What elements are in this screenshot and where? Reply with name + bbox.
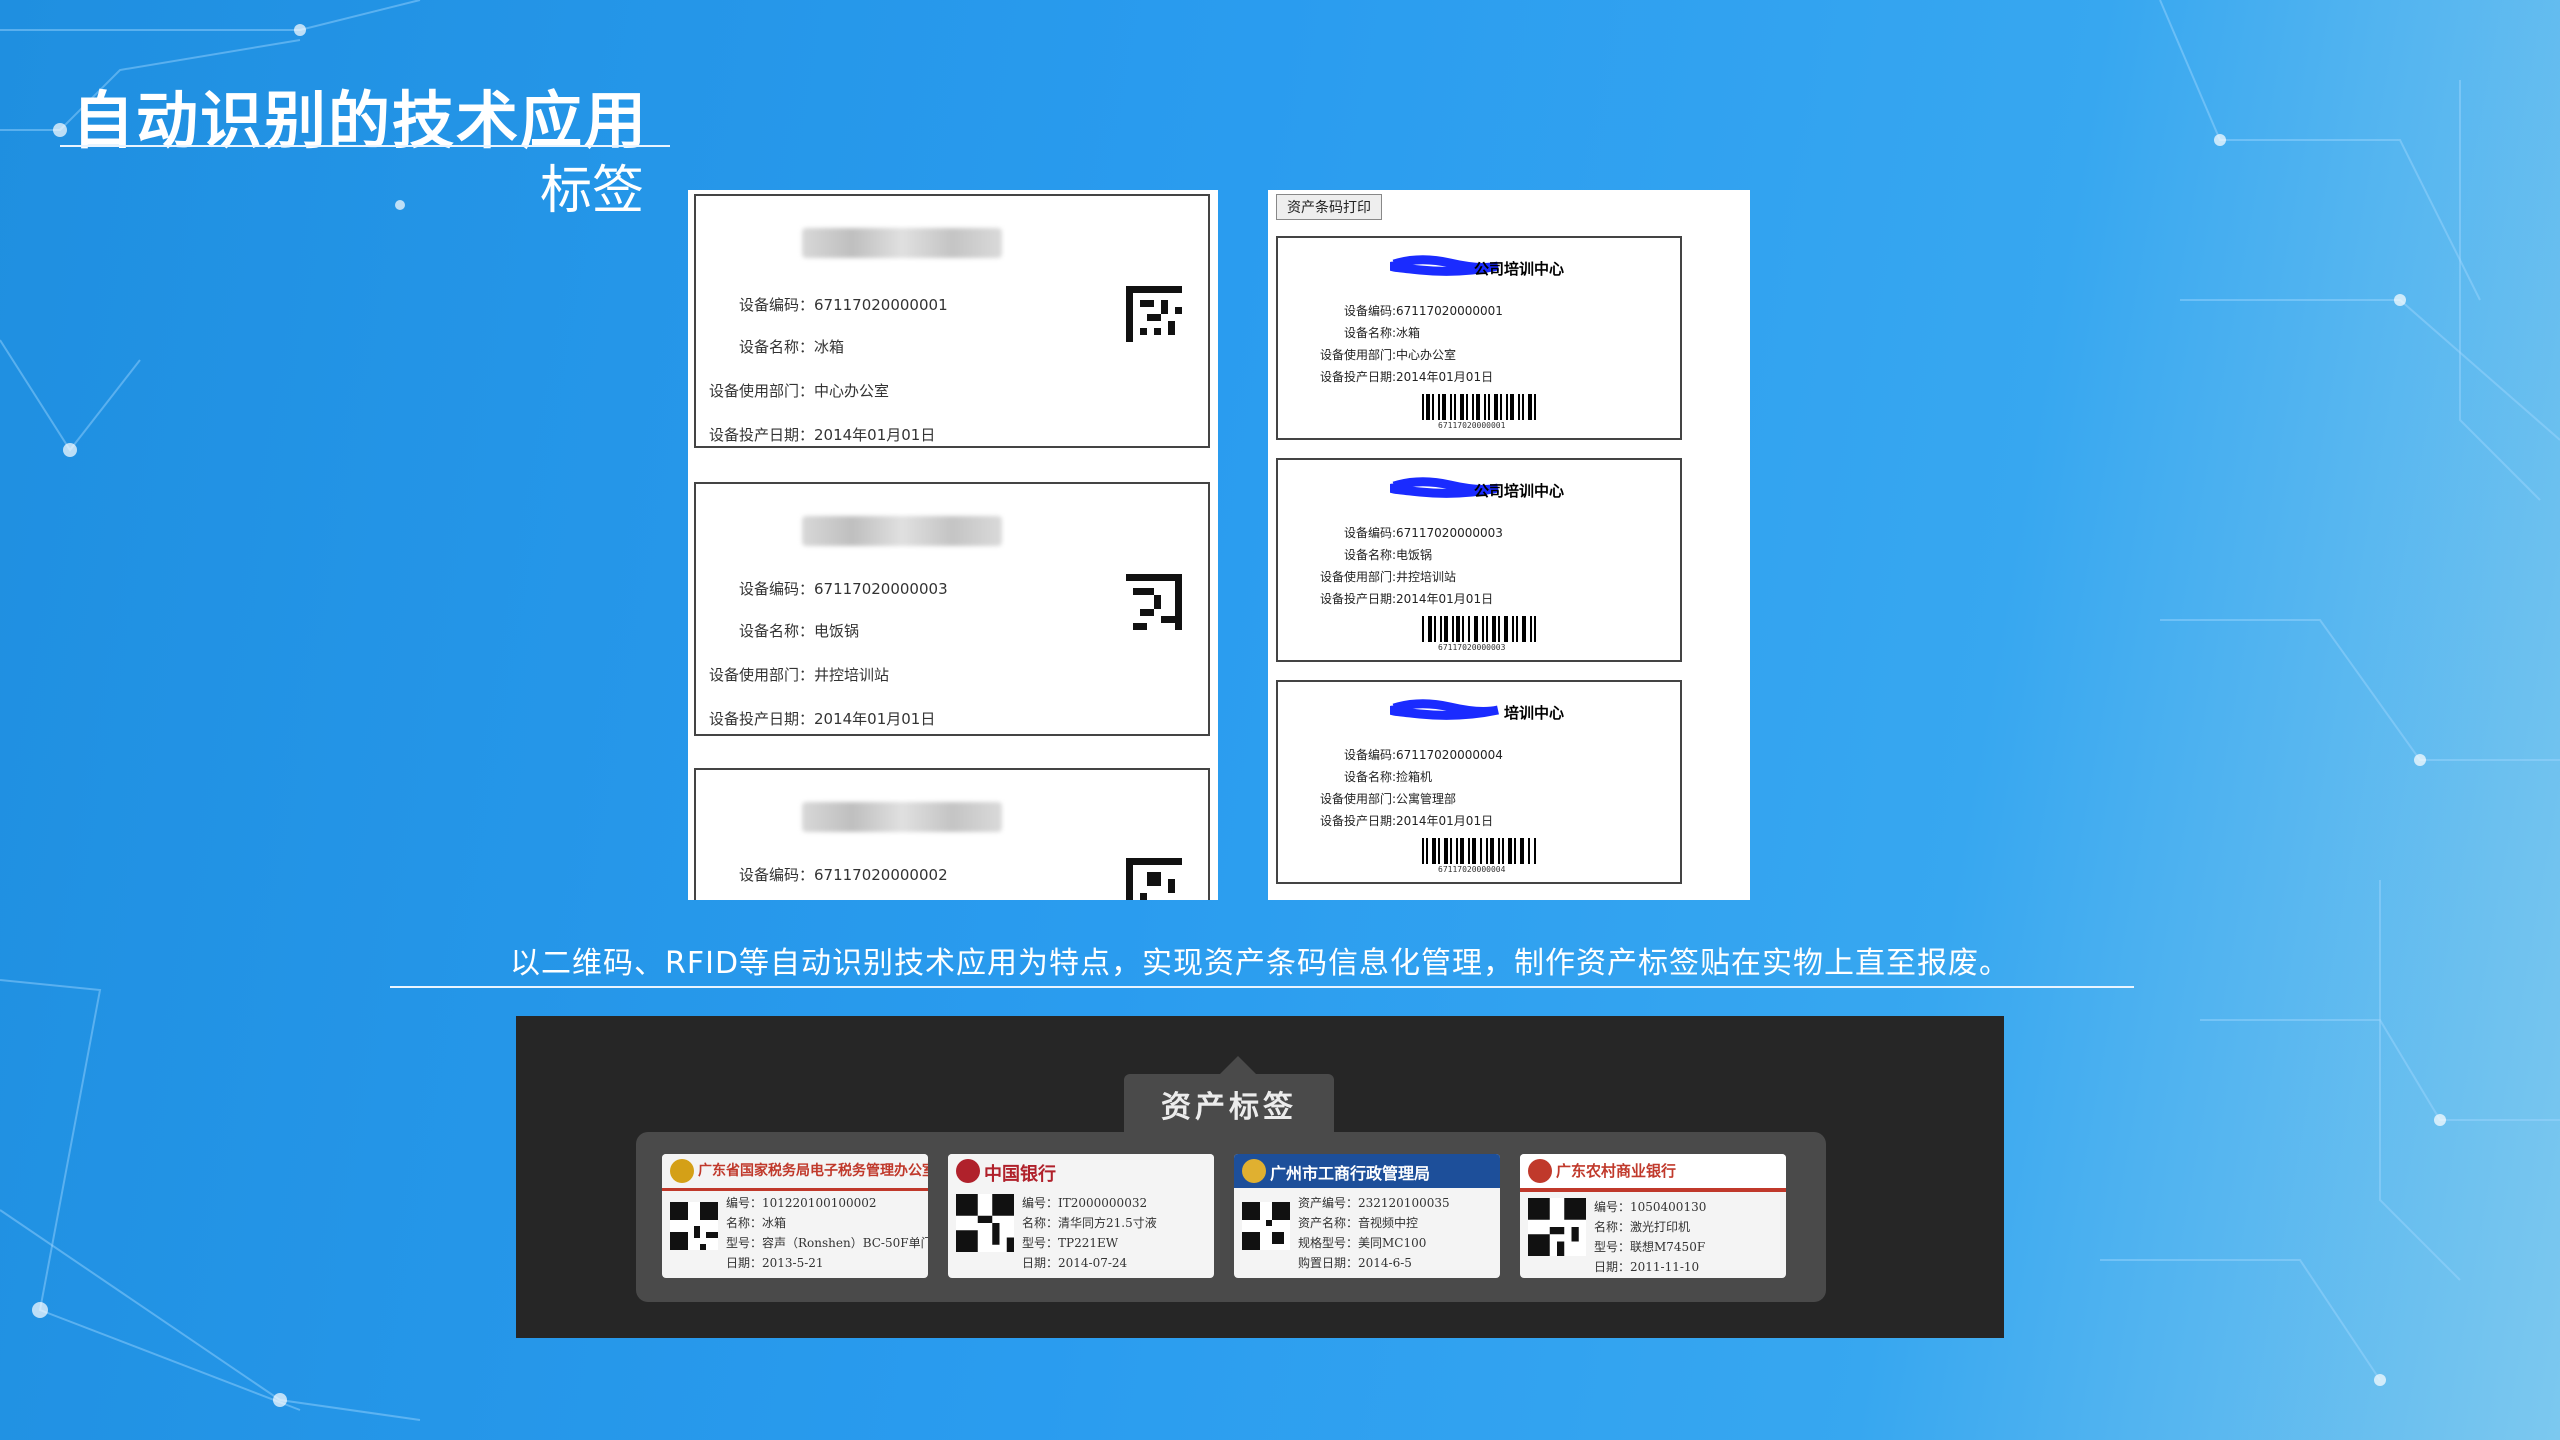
barcode-label-card: 公司培训中心 设备编码:67117020000003 设备名称:电饭锅 设备使用… bbox=[1276, 458, 1682, 662]
asset-tag-card: 广东农村商业银行 编号：1050400130 名称：激光打印机 型号：联想M74… bbox=[1520, 1154, 1786, 1278]
asset-tag-card: 广州市工商行政管理局 资产编号：232120100035 资产名称：音视频中控 … bbox=[1234, 1154, 1500, 1278]
label-heading: 培训中心 bbox=[1504, 704, 1565, 722]
barcode-label-card: 培训中心 设备编码:67117020000004 设备名称:捡箱机 设备使用部门… bbox=[1276, 680, 1682, 884]
label-row: 设备名称：冰箱 bbox=[738, 338, 845, 356]
qr-label-card: 设备编码：67117020000003 设备名称：电饭锅 设备使用部门：井控培训… bbox=[694, 482, 1210, 736]
label-row: 设备名称：电饭锅 bbox=[738, 622, 860, 640]
bank-logo-icon bbox=[1528, 1159, 1552, 1183]
label-row: 设备名称:冰箱 bbox=[1343, 326, 1421, 340]
card-row: 型号：容声（Ronshen）BC-50F单门 bbox=[726, 1236, 928, 1250]
label-row: 设备使用部门:中心办公室 bbox=[1319, 348, 1457, 362]
label-row: 设备编码：67117020000002 bbox=[738, 866, 948, 884]
label-row: 设备名称:电饭锅 bbox=[1343, 548, 1433, 562]
card-header: 中国银行 bbox=[948, 1154, 1214, 1188]
barcode-number: 67117020000003 bbox=[1438, 643, 1506, 652]
redacted-scribble bbox=[1390, 699, 1499, 720]
qr-code-icon bbox=[1126, 574, 1182, 630]
asset-tag-card: 广东省国家税务局电子税务管理办公室 编号：101220100100002 名称：… bbox=[662, 1154, 928, 1278]
card-row: 日期：2011-11-10 bbox=[1594, 1260, 1700, 1274]
bank-logo-icon bbox=[956, 1159, 980, 1183]
qr-label-screenshot: 设备编码：67117020000001 设备名称：冰箱 设备使用部门：中心办公室… bbox=[688, 190, 1218, 900]
label-row: 设备使用部门：中心办公室 bbox=[708, 382, 890, 400]
label-row: 设备投产日期：2014年01月01日 bbox=[708, 426, 936, 444]
card-row: 名称：激光打印机 bbox=[1594, 1220, 1691, 1234]
label-row: 设备使用部门：井控培训站 bbox=[708, 666, 890, 684]
label-heading: 公司培训中心 bbox=[1474, 260, 1565, 278]
barcode-number: 67117020000001 bbox=[1438, 421, 1506, 430]
card-row: 编号：1050400130 bbox=[1594, 1200, 1707, 1214]
card-header: 广州市工商行政管理局 bbox=[1234, 1154, 1500, 1188]
tab-pointer bbox=[1220, 1056, 1256, 1074]
card-row: 名称：清华同方21.5寸液 bbox=[1022, 1216, 1157, 1230]
qr-code-icon bbox=[1126, 286, 1182, 342]
qr-code-icon bbox=[1242, 1202, 1290, 1250]
qr-label-card: 设备编码：67117020000002 bbox=[694, 768, 1210, 900]
card-header: 广东农村商业银行 bbox=[1520, 1154, 1786, 1192]
label-row: 设备使用部门:公寓管理部 bbox=[1319, 792, 1457, 806]
card-row: 日期：2013-5-21 bbox=[726, 1256, 824, 1270]
asset-tag-panel: 资产标签 广东省国家税务局电子税务管理办公室 编号：10122010010000… bbox=[516, 1016, 2004, 1338]
emblem-icon bbox=[670, 1159, 694, 1183]
emblem-icon bbox=[1242, 1159, 1266, 1183]
print-barcode-button[interactable]: 资产条码打印 bbox=[1276, 194, 1382, 220]
qr-label-card: 设备编码：67117020000001 设备名称：冰箱 设备使用部门：中心办公室… bbox=[694, 194, 1210, 448]
label-row: 设备投产日期:2014年01月01日 bbox=[1319, 370, 1494, 384]
label-row: 设备编码:67117020000003 bbox=[1343, 526, 1503, 540]
page-subtitle: 标签 bbox=[540, 161, 645, 221]
barcode-label-card: 公司培训中心 设备编码:67117020000001 设备名称:冰箱 设备使用部… bbox=[1276, 236, 1682, 440]
barcode-icon bbox=[1422, 394, 1536, 420]
label-row: 设备编码:67117020000001 bbox=[1343, 304, 1503, 318]
barcode-icon bbox=[1422, 616, 1536, 642]
qr-code-icon bbox=[1126, 858, 1182, 900]
label-row: 设备投产日期:2014年01月01日 bbox=[1319, 814, 1494, 828]
card-row: 规格型号：美同MC100 bbox=[1298, 1236, 1427, 1250]
card-row: 日期：2014-07-24 bbox=[1022, 1256, 1128, 1270]
card-header: 广东省国家税务局电子税务管理办公室 bbox=[662, 1154, 928, 1191]
barcode-label-screenshot: 资产条码打印 公司培训中心 设备编码:67117020000001 设备名称:冰… bbox=[1268, 190, 1750, 900]
label-row: 设备使用部门:井控培训站 bbox=[1319, 570, 1457, 584]
card-row: 型号：TP221EW bbox=[1022, 1236, 1119, 1250]
label-row: 设备投产日期:2014年01月01日 bbox=[1319, 592, 1494, 606]
qr-code-icon bbox=[670, 1202, 718, 1250]
qr-code-icon bbox=[956, 1194, 1014, 1252]
label-row: 设备投产日期：2014年01月01日 bbox=[708, 710, 936, 728]
card-row: 编号：IT2000000032 bbox=[1022, 1196, 1148, 1210]
card-row: 名称：冰箱 bbox=[726, 1216, 787, 1230]
label-heading: 公司培训中心 bbox=[1474, 482, 1565, 500]
asset-tag-tray: 广东省国家税务局电子税务管理办公室 编号：101220100100002 名称：… bbox=[636, 1132, 1826, 1302]
barcode-number: 67117020000004 bbox=[1438, 865, 1506, 874]
card-row: 编号：101220100100002 bbox=[726, 1196, 877, 1210]
card-row: 资产编号：232120100035 bbox=[1298, 1196, 1450, 1210]
card-row: 购置日期：2014-6-5 bbox=[1298, 1256, 1412, 1270]
description-underline bbox=[390, 986, 2134, 988]
blurred-company-name bbox=[802, 802, 1002, 832]
label-row: 设备名称:捡箱机 bbox=[1343, 770, 1433, 784]
asset-tag-tab: 资产标签 bbox=[1124, 1056, 1334, 1132]
label-row: 设备编码：67117020000003 bbox=[738, 580, 948, 598]
label-row: 设备编码:67117020000004 bbox=[1343, 748, 1503, 762]
description-text: 以二维码、RFID等自动识别技术应用为特点，实现资产条码信息化管理，制作资产标签… bbox=[510, 946, 2011, 981]
card-row: 型号：联想M7450F bbox=[1594, 1240, 1706, 1254]
tab-label: 资产标签 bbox=[1161, 1090, 1297, 1125]
barcode-icon bbox=[1422, 838, 1536, 864]
title-underline bbox=[60, 145, 670, 147]
blurred-company-name bbox=[802, 228, 1002, 258]
label-row: 设备编码：67117020000001 bbox=[738, 296, 948, 314]
card-row: 资产名称：音视频中控 bbox=[1298, 1216, 1419, 1230]
qr-code-icon bbox=[1528, 1198, 1586, 1256]
asset-tag-card: 中国银行 编号：IT2000000032 名称：清华同方21.5寸液 型号：TP… bbox=[948, 1154, 1214, 1278]
blurred-company-name bbox=[802, 516, 1002, 546]
